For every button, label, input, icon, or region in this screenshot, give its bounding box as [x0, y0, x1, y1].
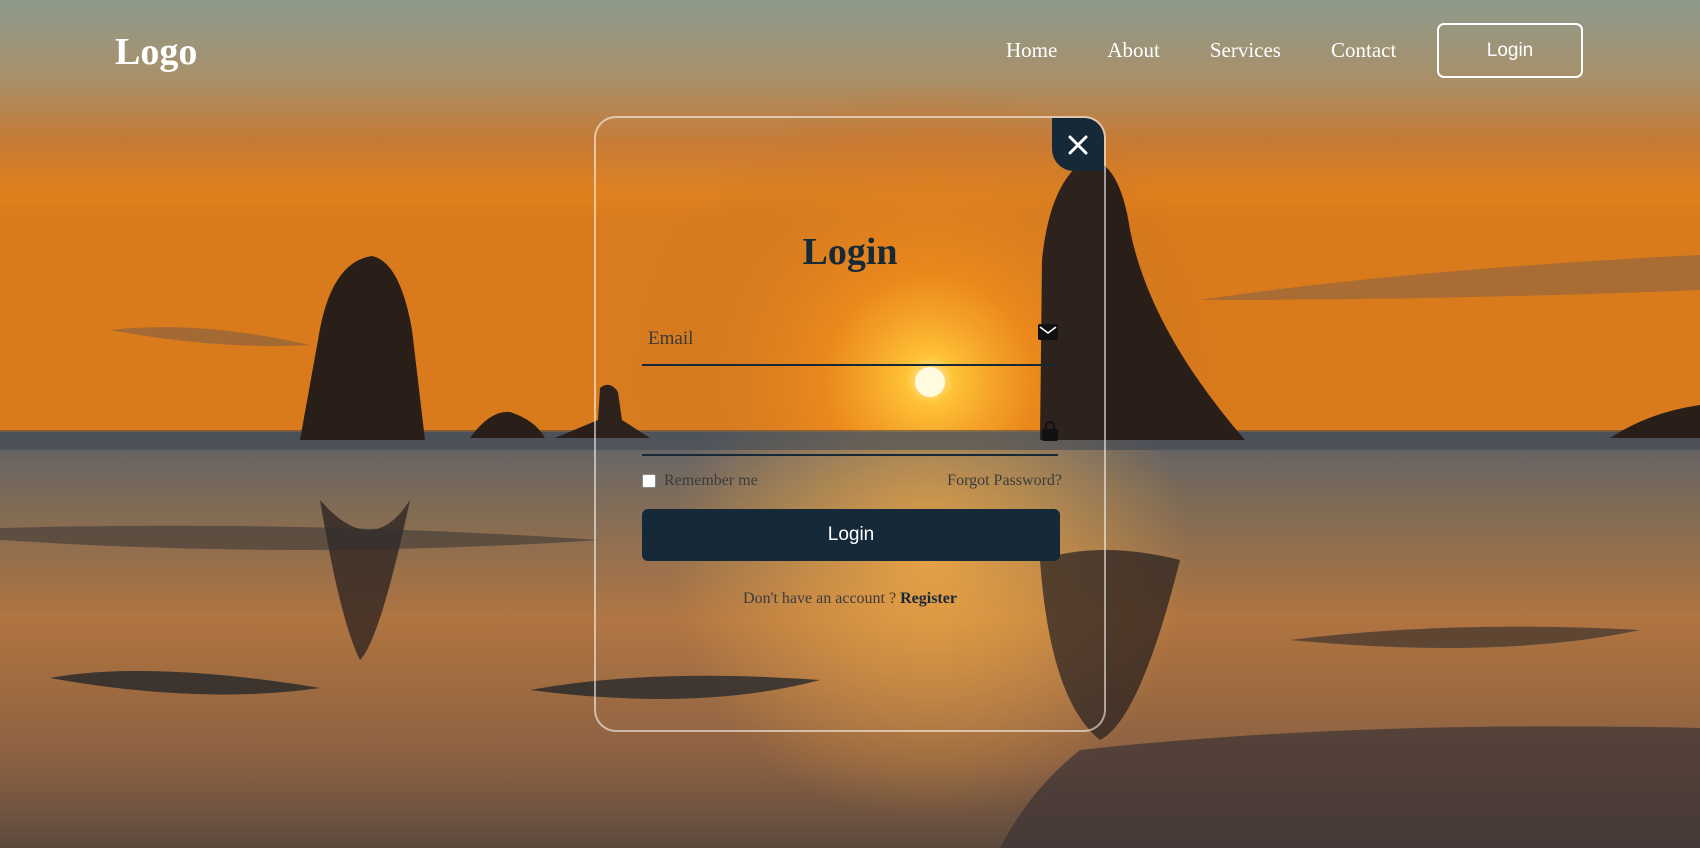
email-field[interactable]: Email	[642, 314, 1058, 366]
header-login-button[interactable]: Login	[1437, 23, 1583, 78]
email-label: Email	[648, 328, 694, 349]
remember-label: Remember me	[664, 472, 758, 489]
nav-home[interactable]: Home	[1006, 38, 1057, 63]
close-icon	[1068, 135, 1088, 154]
login-modal: Login Email Remember me Forgot Password?…	[594, 116, 1106, 732]
forgot-password-link[interactable]: Forgot Password?	[947, 472, 1062, 490]
form-title: Login	[802, 231, 898, 273]
register-prompt: Don't have an account ?	[743, 590, 897, 607]
nav-services[interactable]: Services	[1210, 38, 1281, 63]
register-line: Don't have an account ? Register	[596, 590, 1104, 608]
close-button[interactable]	[1052, 118, 1104, 171]
top-header: Logo Home About Services Contact Login	[0, 0, 1700, 104]
submit-login-button[interactable]: Login	[642, 509, 1060, 561]
lock-icon	[1042, 420, 1058, 441]
site-logo: Logo	[115, 31, 198, 73]
nav-about[interactable]: About	[1107, 38, 1160, 63]
password-field[interactable]	[642, 404, 1058, 456]
mail-icon	[1038, 324, 1058, 340]
remember-checkbox[interactable]	[642, 474, 656, 488]
main-navigation: Home About Services Contact	[1006, 38, 1446, 63]
nav-contact[interactable]: Contact	[1331, 38, 1396, 63]
register-link[interactable]: Register	[900, 590, 957, 607]
